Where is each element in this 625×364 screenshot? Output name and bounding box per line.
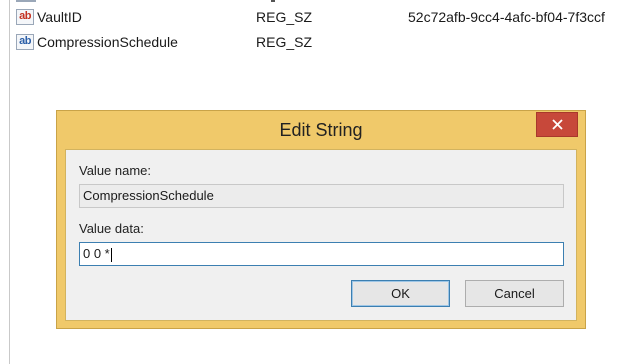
value-data-input[interactable]: 0 0 * xyxy=(79,242,564,266)
dialog-body: Value name: CompressionSchedule Value da… xyxy=(65,149,577,321)
registry-value-row-vaultid[interactable]: ab VaultID REG_SZ 52c72afb-9cc4-4afc-bf0… xyxy=(16,8,625,28)
text-caret xyxy=(110,247,112,262)
dialog-title: Edit String xyxy=(279,120,363,140)
value-name-text: CompressionSchedule xyxy=(83,188,214,203)
edit-string-dialog: Edit String Value name: CompressionSched… xyxy=(56,110,586,329)
value-data: 52c72afb-9cc4-4afc-bf04-7f3ccf xyxy=(408,9,605,25)
ok-button[interactable]: OK xyxy=(351,280,450,307)
close-icon xyxy=(552,119,563,130)
value-type: REG_SZ xyxy=(256,34,313,50)
tree-pane-divider[interactable] xyxy=(9,0,10,364)
value-data-label: Value data: xyxy=(79,221,144,236)
value-name-field[interactable]: CompressionSchedule xyxy=(79,184,564,208)
close-button[interactable] xyxy=(536,112,578,137)
string-value-icon: ab xyxy=(16,9,34,25)
value-type: REG_SZ xyxy=(256,9,313,25)
value-name: CompressionSchedule xyxy=(37,34,178,50)
registry-value-row-compressionschedule[interactable]: ab CompressionSchedule REG_SZ xyxy=(16,33,625,53)
value-name: VaultID xyxy=(37,9,82,25)
partial-row-top-icon xyxy=(16,0,36,2)
partial-row-top-text xyxy=(271,0,275,2)
value-data-text: 0 0 * xyxy=(83,246,110,261)
cancel-button[interactable]: Cancel xyxy=(465,280,564,307)
string-value-icon: ab xyxy=(16,34,34,50)
value-name-label: Value name: xyxy=(79,163,152,178)
